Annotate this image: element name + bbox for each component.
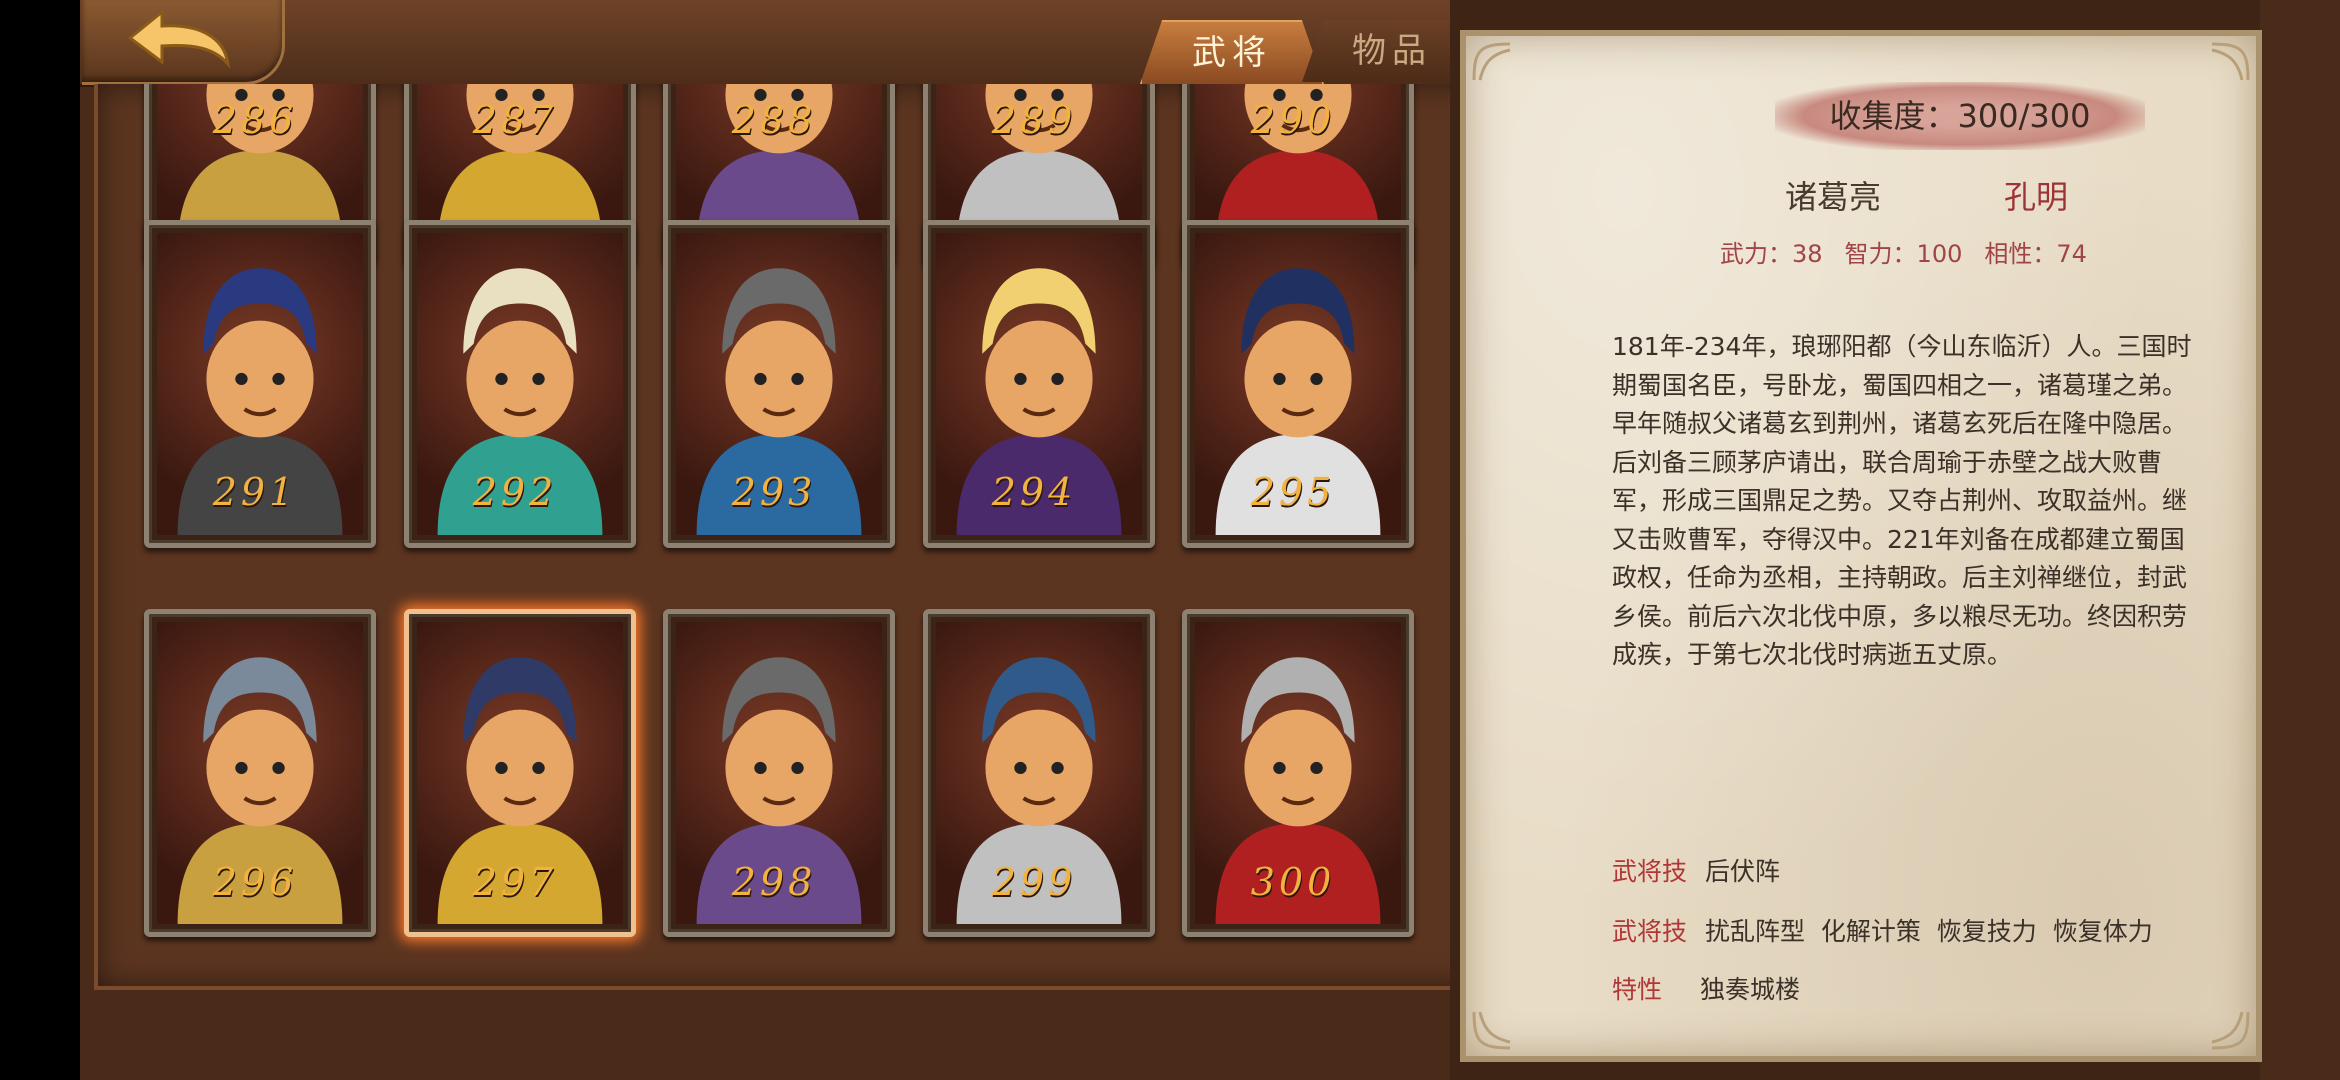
general-courtesy-name: 孔明 bbox=[2004, 178, 2069, 216]
intellect-label: 智力： bbox=[1844, 240, 1917, 268]
general-number: 286 bbox=[212, 98, 298, 142]
general-number: 298 bbox=[731, 860, 817, 904]
affinity-value: 74 bbox=[2056, 240, 2087, 268]
general-number: 288 bbox=[731, 98, 817, 142]
general-number: 293 bbox=[731, 470, 817, 514]
back-button[interactable] bbox=[82, 0, 285, 85]
skill-value: 扰乱阵型 化解计策 恢复技力 恢复体力 bbox=[1705, 917, 2153, 946]
skill-label: 武将技 bbox=[1612, 857, 1688, 886]
skill-label: 武将技 bbox=[1612, 917, 1688, 946]
back-arrow-icon bbox=[127, 8, 231, 69]
strength-label: 武力： bbox=[1720, 240, 1792, 268]
top-bar: 武将 物品 bbox=[80, 0, 1530, 87]
affinity-label: 相性： bbox=[1984, 240, 2057, 268]
intellect-value: 100 bbox=[1916, 240, 1963, 268]
general-number: 297 bbox=[472, 860, 558, 904]
trait-row: 特性 独奏城楼 bbox=[1612, 970, 1800, 1006]
general-number: 289 bbox=[991, 98, 1077, 142]
corner-ornament-icon bbox=[1472, 1011, 1511, 1050]
general-number: 294 bbox=[991, 470, 1077, 514]
trait-label: 特性 bbox=[1612, 975, 1663, 1004]
general-number: 295 bbox=[1250, 470, 1336, 514]
general-number: 296 bbox=[212, 860, 298, 904]
general-number: 287 bbox=[472, 98, 558, 142]
skill-value: 后伏阵 bbox=[1705, 857, 1781, 886]
general-name: 诸葛亮 bbox=[1785, 178, 1882, 216]
general-stats: 武力：38 智力：100 相性：74 bbox=[1720, 234, 2087, 269]
general-number: 299 bbox=[991, 860, 1077, 904]
general-number: 300 bbox=[1250, 860, 1336, 904]
general-biography: 181年-234年，琅琊阳都（今山东临沂）人。三国时期蜀国名臣，号卧龙，蜀国四相… bbox=[1612, 332, 2192, 669]
general-number: 290 bbox=[1250, 98, 1336, 142]
skill-row-2: 武将技 扰乱阵型 化解计策 恢复技力 恢复体力 bbox=[1612, 912, 2153, 948]
trait-value: 独奏城楼 bbox=[1700, 975, 1801, 1004]
strength-value: 38 bbox=[1792, 240, 1823, 268]
corner-ornament-icon bbox=[2211, 1011, 2250, 1050]
skill-row-1: 武将技 后伏阵 bbox=[1612, 852, 1780, 888]
collection-progress: 收集度：300/300 bbox=[1775, 82, 2145, 150]
corner-ornament-icon bbox=[1472, 42, 1511, 81]
general-number: 292 bbox=[472, 470, 558, 514]
general-number: 291 bbox=[212, 470, 298, 514]
tab-generals[interactable]: 武将 bbox=[1140, 20, 1324, 84]
general-grid: 286 287 288 289 290 291 292 293 294 295 296 297 298 2… bbox=[94, 84, 1512, 990]
corner-ornament-icon bbox=[2211, 42, 2250, 81]
